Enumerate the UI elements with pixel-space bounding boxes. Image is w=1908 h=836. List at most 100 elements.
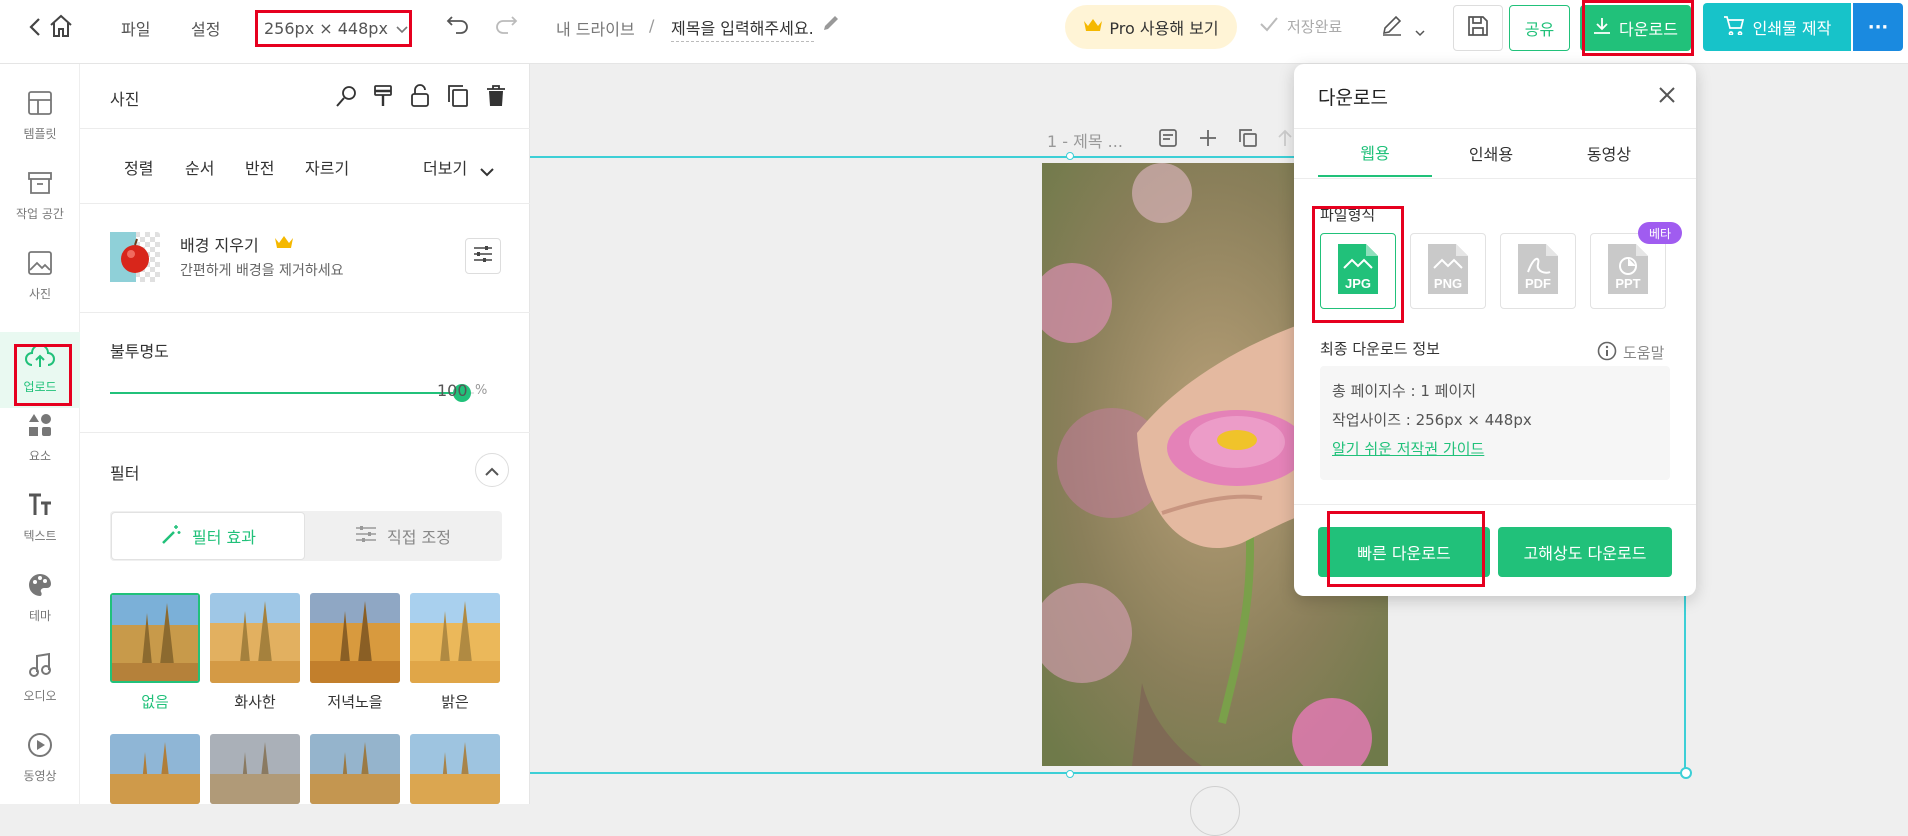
tab-flip[interactable]: 반전 xyxy=(245,155,274,179)
filter-thumb[interactable] xyxy=(110,734,200,804)
size-info: 작업사이즈 : 256px × 448px xyxy=(1332,411,1532,429)
filter-label-bright: 화사한 xyxy=(234,693,276,711)
quick-download-button[interactable]: 빠른 다운로드 xyxy=(1318,527,1490,577)
rail-item-photo[interactable]: 사진 xyxy=(0,236,80,316)
info-circle-icon[interactable] xyxy=(1597,341,1617,365)
pencil-icon[interactable] xyxy=(822,14,840,36)
filter-preview-image xyxy=(110,734,200,804)
document-title-input[interactable]: 제목을 입력해주세요. xyxy=(671,15,814,42)
jpg-file-icon: JPG xyxy=(1336,242,1380,300)
tab-align[interactable]: 정렬 xyxy=(124,155,153,179)
more-options-button[interactable]: ··· xyxy=(1853,3,1903,51)
tab-crop[interactable]: 자르기 xyxy=(305,155,349,179)
pen-chevron-down-icon[interactable] xyxy=(1415,22,1425,41)
page-note-icon[interactable] xyxy=(1158,128,1178,152)
pen-tool-icon[interactable] xyxy=(1381,14,1403,40)
close-icon[interactable] xyxy=(1658,86,1676,108)
menu-settings[interactable]: 설정 xyxy=(191,16,220,40)
filter-thumb-sunset[interactable] xyxy=(310,593,400,683)
undo-icon[interactable] xyxy=(446,14,470,38)
filter-thumb[interactable] xyxy=(410,734,500,804)
opacity-slider-track[interactable] xyxy=(110,384,474,402)
tab-video[interactable]: 동영상 xyxy=(1552,129,1666,177)
format-jpg-option[interactable]: JPG xyxy=(1320,233,1396,309)
audio-icon xyxy=(27,652,53,687)
download-panel: 다운로드 웹용 인쇄용 동영상 파일형식 JPG PNG PDF PPT 베타 … xyxy=(1294,64,1696,596)
breadcrumb-separator: / xyxy=(649,16,655,35)
chevron-up-icon xyxy=(485,461,499,480)
resize-handle[interactable] xyxy=(1066,152,1074,160)
template-icon xyxy=(27,90,53,125)
rail-item-template[interactable]: 템플릿 xyxy=(0,76,80,156)
rail-label: 테마 xyxy=(28,609,52,623)
text-icon xyxy=(27,492,53,527)
canvas-size-dropdown[interactable]: 256px × 448px xyxy=(256,10,410,46)
paint-brush-icon[interactable] xyxy=(372,84,394,112)
menu-file[interactable]: 파일 xyxy=(121,16,150,40)
rail-item-text[interactable]: 텍스트 xyxy=(0,478,80,558)
crown-icon xyxy=(274,234,294,254)
filter-label-light: 밝은 xyxy=(441,693,469,711)
unlock-icon[interactable] xyxy=(410,84,430,112)
top-bar: 파일 설정 256px × 448px 내 드라이브 / 제목을 입력해주세요.… xyxy=(0,0,1908,64)
share-button[interactable]: 공유 xyxy=(1509,5,1570,51)
back-icon[interactable] xyxy=(28,16,42,42)
save-button[interactable] xyxy=(1453,5,1503,51)
rail-item-audio[interactable]: 오디오 xyxy=(0,638,80,718)
divider xyxy=(1294,504,1696,505)
divider xyxy=(80,432,530,433)
rail-item-elements[interactable]: 요소 xyxy=(0,398,80,478)
copy-page-icon[interactable] xyxy=(1238,128,1258,152)
format-ppt-option[interactable]: PPT xyxy=(1590,233,1666,309)
format-png-option[interactable]: PNG xyxy=(1410,233,1486,309)
download-panel-title: 다운로드 xyxy=(1318,87,1388,109)
tab-print[interactable]: 인쇄용 xyxy=(1434,129,1548,177)
chevron-down-icon[interactable] xyxy=(480,162,494,181)
filter-collapse-button[interactable] xyxy=(475,453,509,487)
filter-preview-image xyxy=(210,734,300,804)
download-info-title: 최종 다운로드 정보 xyxy=(1320,340,1440,358)
cart-icon xyxy=(1723,15,1745,39)
filter-thumb-none[interactable] xyxy=(110,593,200,683)
rail-item-theme[interactable]: 테마 xyxy=(0,558,80,638)
rail-item-workspace[interactable]: 작업 공간 xyxy=(0,156,80,236)
copyright-guide-link[interactable]: 알기 쉬운 저작권 가이드 xyxy=(1332,438,1484,459)
filter-thumb-light[interactable] xyxy=(410,593,500,683)
format-pdf-option[interactable]: PDF xyxy=(1500,233,1576,309)
home-icon[interactable] xyxy=(48,14,74,42)
workspace-icon xyxy=(27,170,53,205)
tab-web[interactable]: 웹용 xyxy=(1318,129,1432,177)
add-page-icon[interactable] xyxy=(1198,128,1218,152)
rail-item-upload[interactable]: 업로드 xyxy=(0,332,80,408)
pdf-icon-text: PDF xyxy=(1525,276,1551,291)
rail-label: 사진 xyxy=(28,287,52,301)
filter-preview-image xyxy=(112,595,198,681)
png-file-icon: PNG xyxy=(1426,242,1470,300)
duplicate-icon[interactable] xyxy=(447,84,469,112)
canvas-area: 1 - 제목 ... xyxy=(530,64,1908,804)
bg-remove-settings-button[interactable] xyxy=(465,238,501,274)
tab-manual-adjust[interactable]: 직접 조정 xyxy=(306,512,500,560)
print-product-button[interactable]: 인쇄물 제작 xyxy=(1703,3,1851,51)
more-dropdown[interactable]: 더보기 xyxy=(423,155,467,179)
move-page-up-icon[interactable] xyxy=(1276,128,1294,152)
pro-trial-button[interactable]: Pro 사용해 보기 xyxy=(1065,5,1237,49)
magic-wand-icon[interactable] xyxy=(335,84,359,112)
filter-thumb[interactable] xyxy=(210,734,300,804)
download-button[interactable]: 다운로드 xyxy=(1580,5,1691,51)
tab-order[interactable]: 순서 xyxy=(185,155,214,179)
redo-icon[interactable] xyxy=(494,14,518,38)
rail-item-video[interactable]: 동영상 xyxy=(0,718,80,798)
breadcrumb-root[interactable]: 내 드라이브 xyxy=(556,16,635,40)
filter-thumb[interactable] xyxy=(310,734,400,804)
page-label[interactable]: 1 - 제목 ... xyxy=(1047,128,1123,152)
hd-download-button[interactable]: 고해상도 다운로드 xyxy=(1498,527,1672,577)
resize-handle[interactable] xyxy=(1066,770,1074,778)
tab-filter-effect[interactable]: 필터 효과 xyxy=(111,512,305,560)
trash-icon[interactable] xyxy=(486,84,506,112)
divider xyxy=(80,128,530,129)
resize-handle[interactable] xyxy=(1680,767,1692,779)
opacity-value[interactable]: 100 xyxy=(437,381,468,400)
help-link[interactable]: 도움말 xyxy=(1623,342,1664,363)
filter-thumb-bright[interactable] xyxy=(210,593,300,683)
